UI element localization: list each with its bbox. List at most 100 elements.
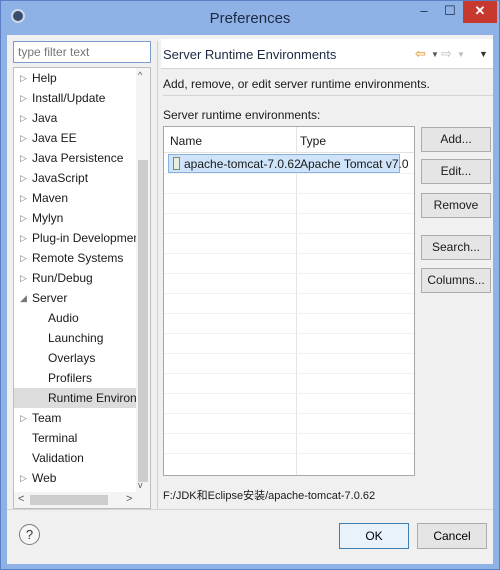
tree-item-label: Runtime Environm bbox=[48, 391, 136, 405]
tree-item[interactable]: ▷ Java Persistence bbox=[14, 148, 136, 168]
collapsed-arrow-icon[interactable]: ▷ bbox=[20, 128, 30, 148]
tree-item-label: Plug-in Development bbox=[32, 231, 136, 245]
table-grid-line bbox=[164, 353, 414, 354]
collapsed-arrow-icon[interactable]: ▷ bbox=[20, 268, 30, 288]
tree-item[interactable]: Overlays bbox=[14, 348, 136, 368]
tree-item[interactable]: ◢ Server bbox=[14, 288, 136, 308]
tree-item-label: Mylyn bbox=[32, 211, 64, 225]
runtime-name: apache-tomcat-7.0.62 bbox=[184, 157, 301, 171]
tree-horizontal-scrollbar[interactable]: < > bbox=[14, 492, 150, 508]
table-grid-line bbox=[164, 193, 414, 194]
collapsed-arrow-icon[interactable]: ▷ bbox=[20, 468, 30, 488]
table-grid-line bbox=[164, 253, 414, 254]
scroll-up-icon[interactable]: ^ bbox=[138, 70, 142, 80]
maximize-button[interactable]: ☐ bbox=[437, 1, 463, 23]
table-grid-line bbox=[164, 393, 414, 394]
remove-button[interactable]: Remove bbox=[421, 193, 491, 218]
runtime-table[interactable]: Name Type apache-tomcat-7.0.62 Apache To… bbox=[163, 126, 415, 476]
tree-item-label: Maven bbox=[32, 191, 69, 205]
table-grid-line bbox=[164, 213, 414, 214]
dialog-client-area: ▷Help▷Install/Update▷Java▷Java EE▷Java P… bbox=[7, 35, 493, 564]
tree-item[interactable]: ▷ Mylyn bbox=[14, 208, 136, 228]
tree-item[interactable]: Audio bbox=[14, 308, 136, 328]
collapsed-arrow-icon[interactable]: ▷ bbox=[20, 168, 30, 188]
scroll-right-icon[interactable]: > bbox=[126, 493, 132, 505]
table-grid-line bbox=[164, 173, 414, 174]
tree-item[interactable]: ▷ JavaScript bbox=[14, 168, 136, 188]
expanded-arrow-icon[interactable]: ◢ bbox=[20, 288, 30, 308]
runtime-type: Apache Tomcat v7.0 bbox=[300, 157, 409, 171]
tree-item[interactable]: Launching bbox=[14, 328, 136, 348]
collapsed-arrow-icon[interactable]: ▷ bbox=[20, 208, 30, 228]
tree-item[interactable]: ▷ Install/Update bbox=[14, 88, 136, 108]
cancel-button[interactable]: Cancel bbox=[417, 523, 487, 549]
page-header: Server Runtime Environments ⇦ ▼ ⇨ ▼ ▼ bbox=[161, 39, 493, 69]
scroll-down-icon[interactable]: v bbox=[138, 480, 143, 490]
forward-dropdown-icon[interactable]: ▼ bbox=[457, 50, 465, 59]
table-body: apache-tomcat-7.0.62 Apache Tomcat v7.0 bbox=[164, 153, 414, 454]
columns-button[interactable]: Columns... bbox=[421, 268, 491, 293]
collapsed-arrow-icon[interactable]: ▷ bbox=[20, 88, 30, 108]
tree-item[interactable]: ▷ Java EE bbox=[14, 128, 136, 148]
tree-item-label: Java Persistence bbox=[32, 151, 124, 165]
tree-item-label: Java EE bbox=[32, 131, 77, 145]
edit-button[interactable]: Edit... bbox=[421, 159, 491, 184]
collapsed-arrow-icon[interactable]: ▷ bbox=[20, 408, 30, 428]
table-grid-line bbox=[164, 433, 414, 434]
view-menu-icon[interactable]: ▼ bbox=[479, 49, 488, 59]
collapsed-arrow-icon[interactable]: ▷ bbox=[20, 108, 30, 128]
tree-item[interactable]: ▷ Plug-in Development bbox=[14, 228, 136, 248]
scroll-thumb[interactable] bbox=[138, 160, 148, 482]
ok-button[interactable]: OK bbox=[339, 523, 409, 549]
tree-item-label: Validation bbox=[32, 451, 84, 465]
tree-item-label: Web bbox=[32, 471, 57, 485]
tree-item-label: Overlays bbox=[48, 351, 96, 365]
tree-item[interactable]: ▷ Web bbox=[14, 468, 136, 488]
help-icon[interactable]: ? bbox=[19, 524, 40, 545]
collapsed-arrow-icon[interactable]: ▷ bbox=[20, 248, 30, 268]
preferences-window: Preferences – ☐ ✕ ▷Help▷Install/Update▷J… bbox=[0, 0, 500, 570]
tree-item-label: Install/Update bbox=[32, 91, 106, 105]
tree-vertical-scrollbar[interactable]: ^ v bbox=[136, 68, 150, 492]
tree-item[interactable]: ▷ Maven bbox=[14, 188, 136, 208]
pane-divider[interactable] bbox=[157, 41, 158, 509]
tree-item[interactable]: Terminal bbox=[14, 428, 136, 448]
runtime-location: F:/JDK和Eclipse安装/apache-tomcat-7.0.62 bbox=[163, 490, 376, 502]
tree-item[interactable]: ▷ Remote Systems bbox=[14, 248, 136, 268]
scroll-left-icon[interactable]: < bbox=[18, 493, 24, 505]
runtime-icon bbox=[173, 157, 180, 170]
collapsed-arrow-icon[interactable]: ▷ bbox=[20, 188, 30, 208]
collapsed-arrow-icon[interactable]: ▷ bbox=[20, 68, 30, 88]
column-header-type[interactable]: Type bbox=[300, 134, 326, 148]
tree-item-label: Team bbox=[32, 411, 62, 425]
tree-item[interactable]: Validation bbox=[14, 448, 136, 468]
forward-arrow-icon[interactable]: ⇨ bbox=[441, 46, 452, 62]
search-button[interactable]: Search... bbox=[421, 235, 491, 260]
table-grid-line bbox=[164, 293, 414, 294]
table-header: Name Type bbox=[164, 127, 414, 153]
collapsed-arrow-icon[interactable]: ▷ bbox=[20, 148, 30, 168]
separator bbox=[7, 509, 493, 510]
title-bar[interactable]: Preferences – ☐ ✕ bbox=[1, 1, 499, 35]
add-button[interactable]: Add... bbox=[421, 127, 491, 152]
close-button[interactable]: ✕ bbox=[463, 1, 497, 23]
collapsed-arrow-icon[interactable]: ▷ bbox=[20, 228, 30, 248]
minimize-button[interactable]: – bbox=[411, 1, 437, 23]
filter-input[interactable] bbox=[13, 41, 151, 63]
column-header-name[interactable]: Name bbox=[170, 134, 202, 148]
tree-item[interactable]: Runtime Environm bbox=[14, 388, 136, 408]
back-dropdown-icon[interactable]: ▼ bbox=[431, 50, 439, 59]
tree-item[interactable]: ▷ Run/Debug bbox=[14, 268, 136, 288]
table-row[interactable]: apache-tomcat-7.0.62 Apache Tomcat v7.0 bbox=[164, 154, 414, 174]
list-label: Server runtime environments: bbox=[163, 108, 321, 122]
tree-item-label: Server bbox=[32, 291, 68, 305]
tree-item[interactable]: ▷ Team bbox=[14, 408, 136, 428]
table-grid-line bbox=[164, 333, 414, 334]
column-divider[interactable] bbox=[296, 127, 297, 475]
tree-item[interactable]: ▷ Java bbox=[14, 108, 136, 128]
back-arrow-icon[interactable]: ⇦ bbox=[415, 46, 426, 62]
tree-item[interactable]: ▷ Help bbox=[14, 68, 136, 88]
tree-item[interactable]: Profilers bbox=[14, 368, 136, 388]
tree-item-label: JavaScript bbox=[32, 171, 89, 185]
hscroll-thumb[interactable] bbox=[30, 495, 108, 505]
